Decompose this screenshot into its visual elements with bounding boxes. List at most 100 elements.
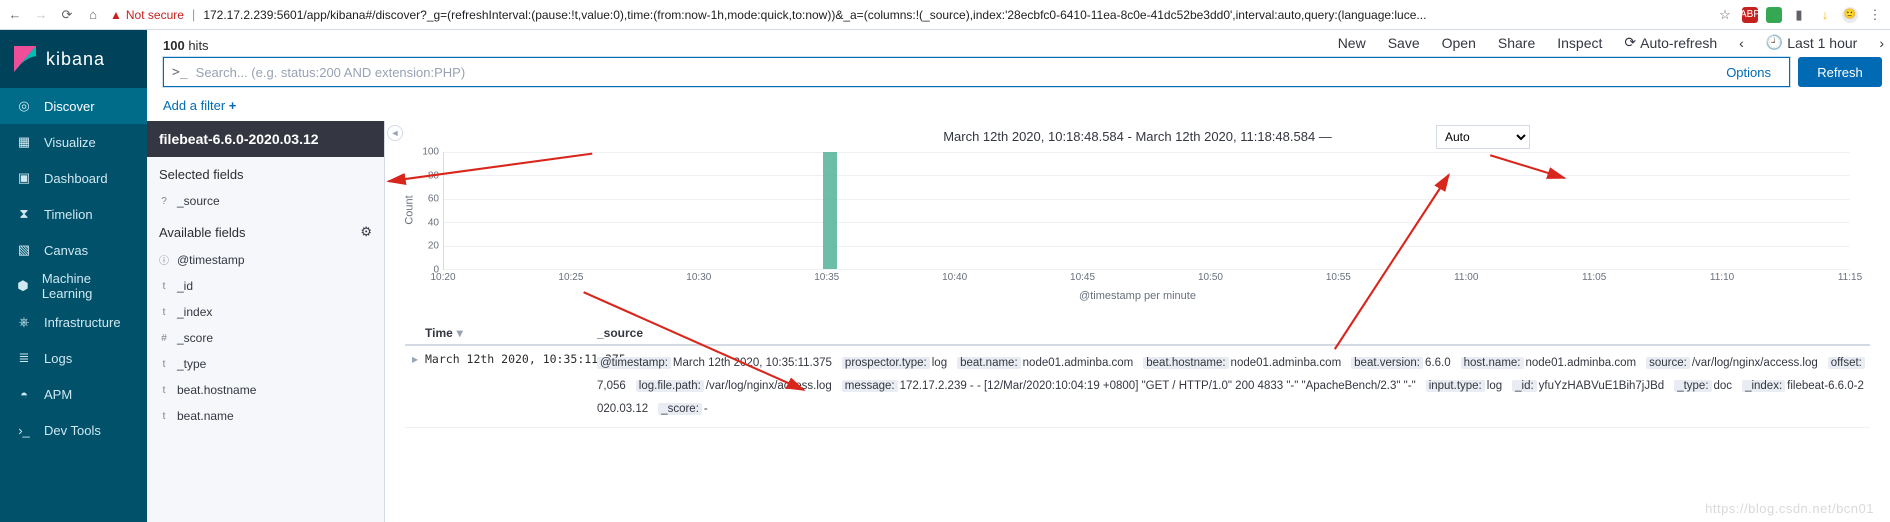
kibana-logo-icon	[14, 46, 36, 72]
field-label: _id	[177, 279, 193, 293]
interval-select[interactable]: Auto	[1436, 125, 1530, 149]
field-beat-name[interactable]: tbeat.name	[147, 403, 384, 429]
field--index[interactable]: t _index	[147, 299, 384, 325]
inspect-button[interactable]: Inspect	[1557, 35, 1602, 51]
sidebar-item-logs[interactable]: ≣Logs	[0, 340, 147, 376]
histogram-chart[interactable]: Count 020406080100 10:2010:2510:3010:351…	[425, 152, 1850, 292]
more-icon[interactable]: ⋮	[1866, 7, 1884, 23]
new-button[interactable]: New	[1338, 35, 1366, 51]
sidebar-item-visualize[interactable]: ▦Visualize	[0, 124, 147, 160]
abp-extension-icon[interactable]: ABP	[1742, 7, 1758, 23]
nav-label: Infrastructure	[44, 315, 121, 330]
results-area: ◄ March 12th 2020, 10:18:48.584 - March …	[385, 121, 1890, 522]
open-button[interactable]: Open	[1442, 35, 1476, 51]
options-button[interactable]: Options	[1716, 65, 1781, 80]
address-bar[interactable]: 172.17.2.239:5601/app/kibana#/discover?_…	[203, 8, 1708, 22]
field-key: _id:	[1512, 380, 1537, 392]
main-panel: 100 hits New Save Open Share Inspect ⟳Au…	[147, 30, 1890, 522]
add-filter-button[interactable]: Add a filter +	[163, 98, 236, 113]
field-key: prospector.type:	[842, 357, 930, 369]
field-value: -	[704, 403, 708, 415]
field-value: /var/log/nginx/access.log	[706, 380, 832, 392]
interval-select-wrap: Auto	[1436, 125, 1530, 149]
query-bar[interactable]: >_ Options	[163, 57, 1790, 87]
field-key: _score:	[658, 403, 702, 415]
nav-label: Dev Tools	[44, 423, 101, 438]
extension-icon[interactable]	[1766, 7, 1782, 23]
expand-row-icon[interactable]: ▸	[405, 352, 425, 421]
field-value: March 12th 2020, 10:35:11.375	[673, 357, 832, 369]
time-range-label: March 12th 2020, 10:18:48.584 - March 12…	[385, 121, 1890, 152]
gear-icon[interactable]: ⚙	[360, 224, 372, 240]
field-key: message:	[842, 380, 898, 392]
nav-label: Discover	[44, 99, 95, 114]
search-input[interactable]	[196, 65, 1709, 80]
sidebar-item-infrastructure[interactable]: ⎈Infrastructure	[0, 304, 147, 340]
back-icon[interactable]: ←	[6, 7, 24, 22]
sidebar-item-machine-learning[interactable]: ⬢Machine Learning	[0, 268, 147, 304]
sidebar-item-canvas[interactable]: ▧Canvas	[0, 232, 147, 268]
table-row: ▸ March 12th 2020, 10:35:11.375@timestamp…	[405, 346, 1870, 428]
bookmark-ext-icon[interactable]: ▮	[1790, 7, 1808, 23]
timepicker-prev[interactable]: ‹	[1739, 35, 1744, 51]
filter-bar: Add a filter +	[147, 90, 1890, 121]
field-label: _index	[177, 305, 212, 319]
collapse-sidebar-icon[interactable]: ◄	[387, 125, 403, 141]
sidebar-item-timelion[interactable]: ⧗Timelion	[0, 196, 147, 232]
app-sidebar: kibana ◎Discover▦Visualize▣Dashboard⧗Tim…	[0, 30, 147, 522]
warning-icon: ▲	[110, 8, 122, 22]
share-button[interactable]: Share	[1498, 35, 1535, 51]
nav-icon: ≣	[16, 350, 32, 366]
star-icon[interactable]: ☆	[1716, 7, 1734, 23]
autorefresh-button[interactable]: ⟳Auto-refresh	[1624, 34, 1717, 51]
field--timestamp[interactable]: ⓘ@timestamp	[147, 246, 384, 273]
field-key: _index:	[1742, 380, 1785, 392]
refresh-button[interactable]: Refresh	[1798, 57, 1882, 87]
reload-icon[interactable]: ⟳	[58, 7, 76, 23]
sidebar-item-apm[interactable]: ◓APM	[0, 376, 147, 412]
primary-nav: ◎Discover▦Visualize▣Dashboard⧗Timelion▧C…	[0, 88, 147, 448]
field-type-icon: t	[159, 411, 169, 422]
selected-fields-header: Selected fields	[147, 157, 384, 188]
nav-icon: ▣	[16, 170, 32, 186]
timepicker-next[interactable]: ›	[1879, 35, 1884, 51]
brand[interactable]: kibana	[0, 30, 147, 88]
nav-icon: ›_	[16, 423, 32, 438]
security-warning[interactable]: ▲ Not secure	[110, 8, 184, 22]
field-value: node01.adminba.com	[1231, 357, 1342, 369]
histogram-bar[interactable]	[823, 152, 837, 269]
prompt-icon: >_	[172, 65, 188, 80]
sidebar-item-discover[interactable]: ◎Discover	[0, 88, 147, 124]
field-value: doc	[1714, 380, 1733, 392]
field-beat-hostname[interactable]: tbeat.hostname	[147, 377, 384, 403]
sidebar-item-dev-tools[interactable]: ›_ Dev Tools	[0, 412, 147, 448]
home-icon[interactable]: ⌂	[84, 7, 102, 22]
field-value: node01.adminba.com	[1023, 357, 1134, 369]
avatar-icon[interactable]: 🙂	[1842, 7, 1858, 23]
browser-toolbar: ← → ⟳ ⌂ ▲ Not secure | 172.17.2.239:5601…	[0, 0, 1890, 30]
download-ext-icon[interactable]: ↓	[1816, 7, 1834, 22]
field-label: _score	[177, 331, 213, 345]
row-source: @timestamp:March 12th 2020, 10:35:11.375…	[597, 352, 1870, 421]
field-value: log	[932, 357, 947, 369]
top-bar: 100 hits New Save Open Share Inspect ⟳Au…	[147, 30, 1890, 90]
field--score[interactable]: #_score	[147, 325, 384, 351]
available-fields-header: Available fields ⚙	[147, 214, 384, 246]
forward-icon[interactable]: →	[32, 7, 50, 22]
field-key: beat.name:	[957, 357, 1021, 369]
field--type[interactable]: t_type	[147, 351, 384, 377]
index-pattern-selector[interactable]: filebeat-6.6.0-2020.03.12	[147, 121, 384, 157]
col-time-header[interactable]: Time ▾	[425, 326, 597, 340]
hit-count-label: hits	[188, 38, 208, 53]
timepicker-button[interactable]: 🕘Last 1 hour	[1766, 34, 1858, 51]
chart-ylabel: Count	[404, 195, 416, 224]
field--source[interactable]: ?_source	[147, 188, 384, 214]
field--id[interactable]: t_id	[147, 273, 384, 299]
field-key: beat.version:	[1351, 357, 1423, 369]
save-button[interactable]: Save	[1388, 35, 1420, 51]
field-type-icon: t	[159, 307, 169, 318]
col-source-header: _source	[597, 326, 1870, 340]
sidebar-item-dashboard[interactable]: ▣Dashboard	[0, 160, 147, 196]
field-key: source:	[1646, 357, 1690, 369]
field-key: input.type:	[1426, 380, 1485, 392]
